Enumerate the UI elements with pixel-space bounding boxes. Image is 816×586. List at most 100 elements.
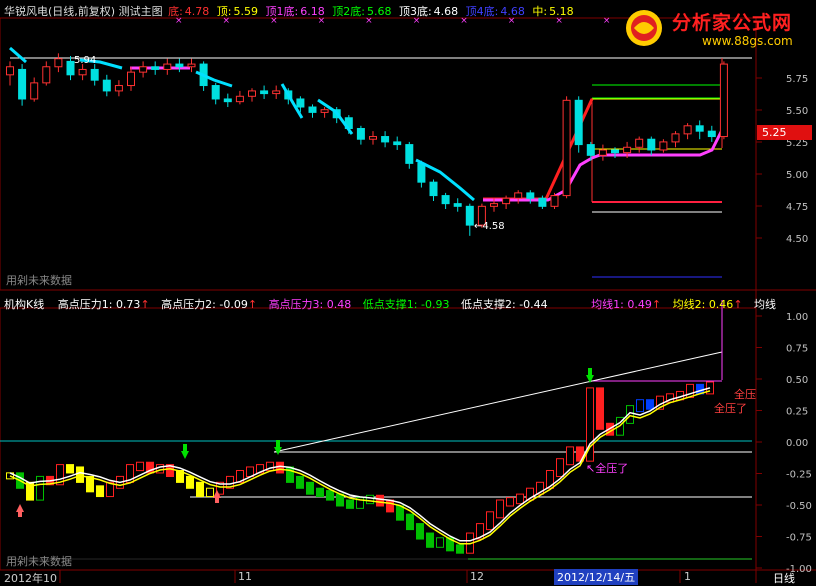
y-tick-label: -0.25	[786, 470, 812, 481]
candle-down	[611, 149, 619, 154]
indicator-candle	[156, 464, 164, 474]
candle-down	[260, 90, 269, 95]
indicator-title: 机构K线	[4, 298, 45, 311]
y-tick-label: 1.00	[786, 312, 808, 323]
indicator-candle	[306, 481, 314, 495]
y-tick-label: -0.50	[786, 501, 812, 512]
candle-down	[151, 66, 160, 70]
indicator-candle	[186, 475, 194, 489]
indicator-candle	[76, 466, 84, 483]
y-tick-label: 0.50	[786, 375, 808, 386]
y-tick-label: 5.75	[786, 74, 808, 85]
y-tick-label: 0.25	[786, 407, 808, 418]
indicator-candle	[496, 499, 504, 519]
candle-down	[175, 63, 184, 68]
indicator-candle	[136, 461, 144, 472]
candle-up	[562, 99, 571, 197]
buy-arrow-icon	[274, 440, 282, 455]
y-tick-label: 0.00	[786, 438, 808, 449]
y-tick-label: 0.75	[786, 344, 808, 355]
indicator-candle	[406, 513, 414, 531]
high-price-label: 5.94	[74, 55, 97, 66]
candles-group	[6, 53, 728, 236]
indicator-candle	[426, 532, 434, 548]
candle-up	[514, 192, 523, 199]
brand-logo: 分析家公式网 www.88gs.com	[620, 6, 816, 54]
candle-up	[30, 82, 39, 100]
candle-down	[538, 197, 547, 207]
chart-canvas: 5.75 5.50 5.25 5.00 4.75 4.50 1.00 0.75 0.50 0.2…	[0, 17, 816, 583]
y-tick-label: 4.75	[786, 202, 808, 213]
candle-up	[320, 109, 329, 113]
candle-down	[707, 130, 716, 138]
sar-segment	[9, 46, 27, 64]
candle-up	[550, 195, 559, 207]
indicator-candle	[456, 544, 464, 554]
y-tick-label: 4.50	[786, 234, 808, 245]
candle-up	[163, 63, 172, 70]
annotation-quanyale-2: ↖全压了	[586, 462, 629, 475]
candle-up	[42, 66, 51, 84]
indicator-candle	[396, 505, 404, 521]
indicator-candle	[36, 475, 44, 501]
candle-up	[6, 66, 14, 76]
candle-down	[647, 138, 656, 151]
candle-up	[187, 63, 196, 68]
time-label-nov: 11	[238, 570, 252, 583]
candle-up	[719, 63, 728, 138]
candle-down	[381, 136, 390, 143]
indicator-panel-frame	[0, 307, 757, 571]
candle-down	[586, 144, 595, 156]
buy-arrow-icon	[181, 444, 189, 459]
sell-arrow-icon	[16, 504, 24, 517]
indicator-candle	[286, 466, 294, 483]
current-price-label: 5.25	[762, 126, 787, 139]
chart-title: 华锐风电(日线,前复权) 测试主图	[4, 5, 163, 18]
candle-up	[127, 71, 135, 87]
candle-down	[393, 141, 402, 146]
indicator-candle	[566, 446, 574, 466]
indicator-candle	[416, 523, 424, 540]
candle-up	[114, 85, 123, 92]
indicator-candle	[66, 464, 74, 474]
candle-down	[356, 127, 365, 140]
indicator-y-axis: 1.000.750.500.250.00-0.25-0.50-0.75-1.00	[756, 312, 812, 575]
candle-up	[502, 197, 511, 205]
candle-down	[526, 192, 535, 199]
low-price-label: ←4.58	[474, 221, 505, 232]
indicator-trendline	[273, 351, 723, 453]
indicator-candle	[316, 487, 324, 498]
indicator-candle	[206, 487, 214, 498]
indicator-candle	[336, 493, 344, 507]
legend-markers: ××××××××××	[175, 16, 651, 26]
candle-down	[66, 60, 75, 76]
indicator-candle	[386, 499, 394, 513]
candle-up	[623, 146, 632, 154]
candle-down	[405, 144, 414, 164]
period-label[interactable]: 日线	[773, 570, 795, 586]
indicator-candle	[346, 499, 354, 509]
candle-up	[490, 203, 498, 207]
candle-down	[102, 79, 111, 92]
indicator-candle	[556, 458, 564, 478]
indicator-candle	[596, 387, 604, 430]
brand-name: 分析家公式网	[672, 12, 793, 34]
candle-down	[695, 125, 704, 132]
candle-down	[465, 205, 474, 226]
y-tick-label: -0.75	[786, 533, 812, 544]
candle-down	[296, 98, 305, 108]
candle-up	[671, 133, 680, 143]
candle-down	[308, 106, 317, 113]
y-tick-label: 5.00	[786, 170, 808, 181]
annotation-quanyale-1: 全压了	[714, 402, 747, 415]
candle-down	[18, 68, 27, 100]
candle-down	[417, 162, 426, 183]
indicator-candle	[276, 461, 284, 474]
main-y-axis: 5.75 5.50 5.25 5.00 4.75 4.50	[756, 74, 808, 245]
candle-up	[54, 58, 63, 68]
candle-up	[369, 136, 377, 140]
indicator-candle	[436, 537, 444, 548]
indicator-candle	[366, 494, 374, 505]
candle-down	[441, 195, 450, 205]
candle-down	[574, 99, 583, 146]
